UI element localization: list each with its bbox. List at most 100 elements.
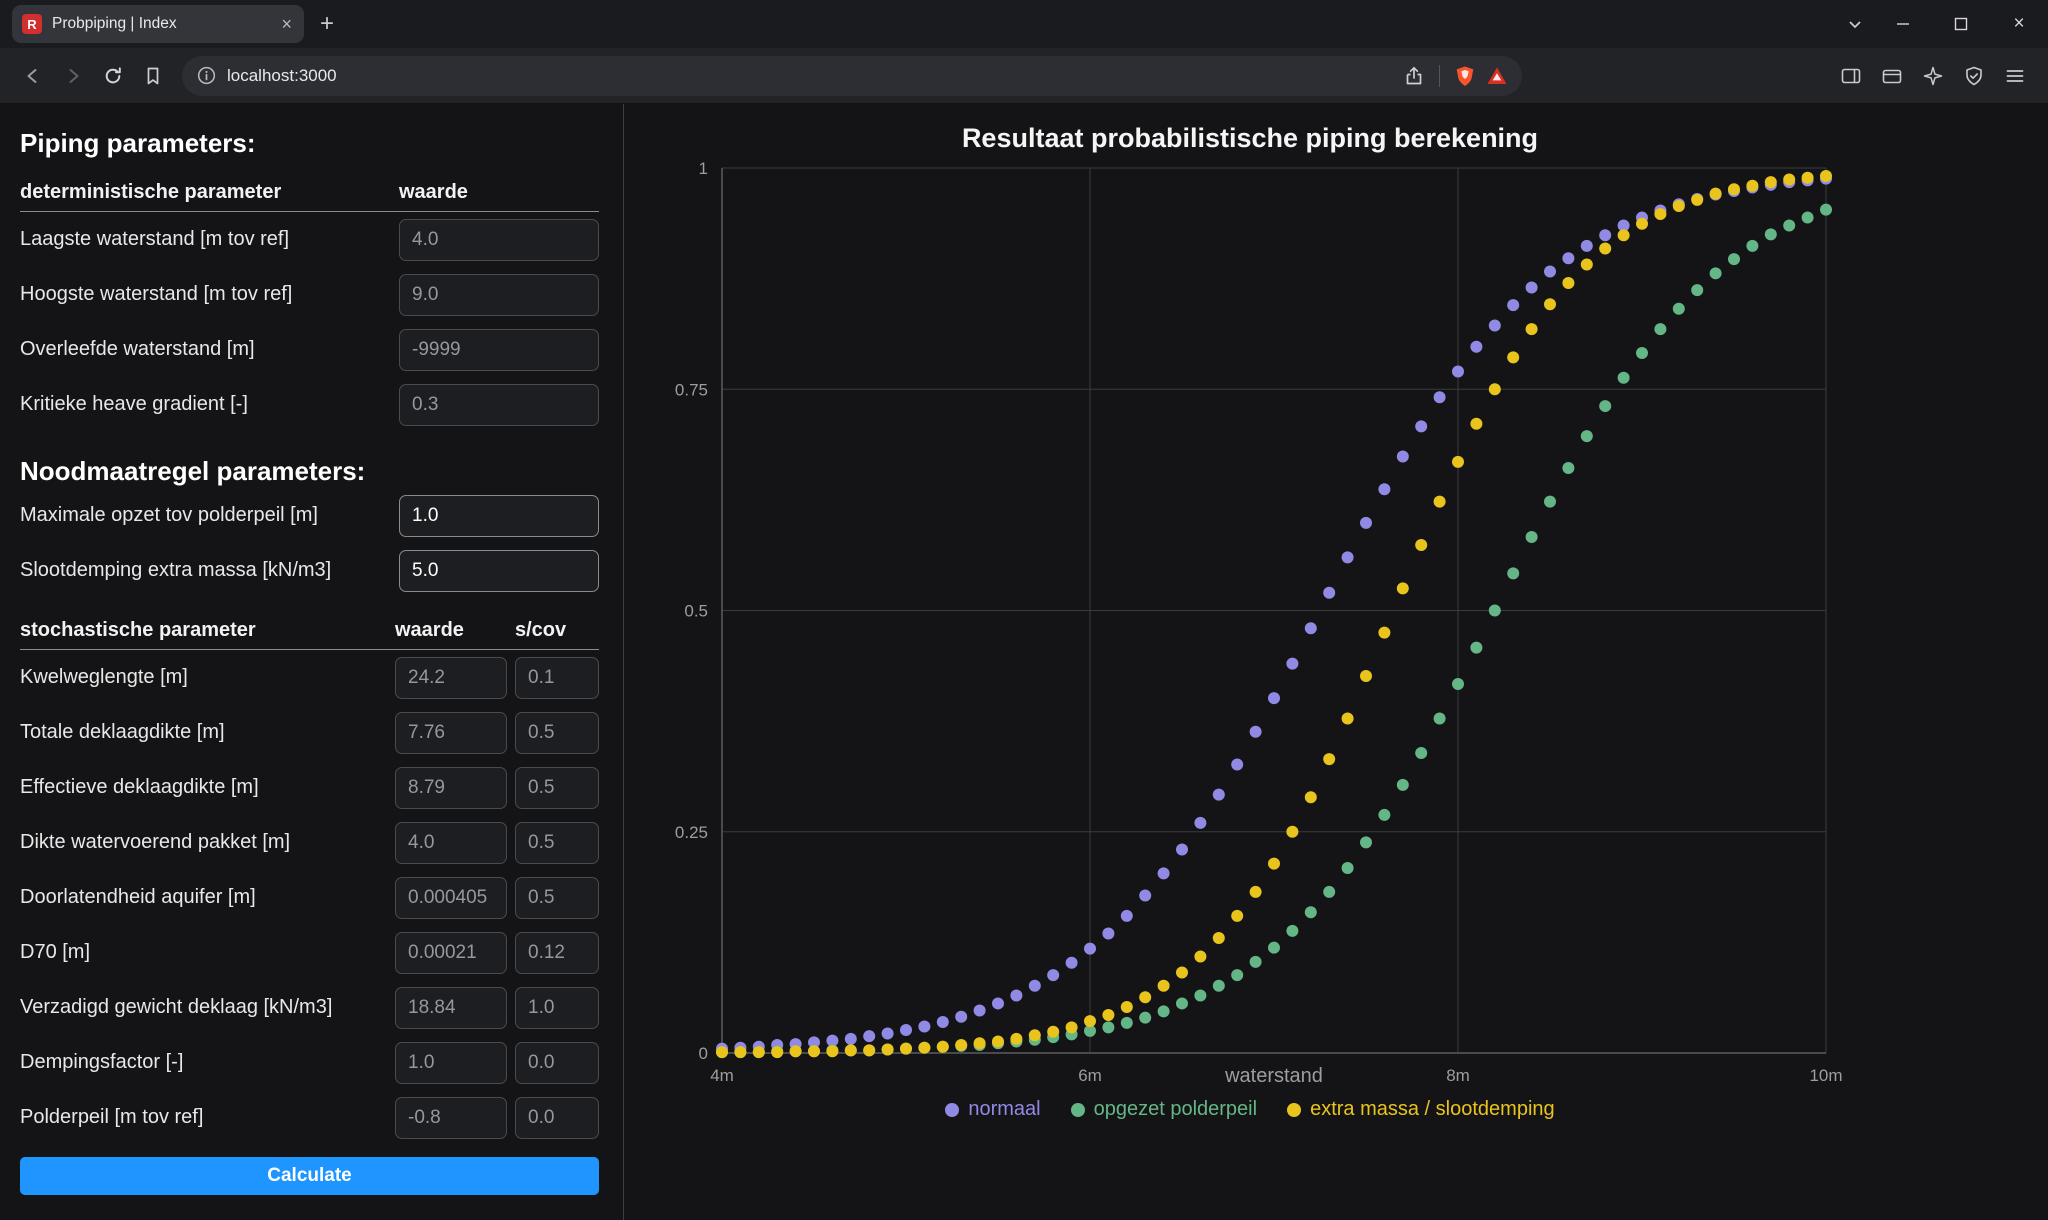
- totale-deklaagdikte-m-value-input[interactable]: [395, 712, 507, 754]
- data-point: [1544, 496, 1556, 508]
- favicon-icon: R: [22, 14, 42, 34]
- d70-m-scov-input[interactable]: [515, 932, 599, 974]
- data-point: [1452, 678, 1464, 690]
- data-point: [1102, 1021, 1114, 1033]
- share-icon[interactable]: [1403, 65, 1425, 87]
- data-point: [900, 1043, 912, 1055]
- y-tick-label: 0.25: [675, 823, 708, 842]
- param-row: Slootdemping extra massa [kN/m3]: [20, 543, 599, 598]
- menu-hamburger-icon[interactable]: [1996, 57, 2034, 95]
- legend-dot-icon: [1287, 1103, 1301, 1117]
- brave-shields-icon[interactable]: [1454, 65, 1476, 87]
- data-point: [1415, 747, 1427, 759]
- x-tick-label: 6m: [1078, 1066, 1102, 1085]
- wallet-icon[interactable]: [1873, 57, 1911, 95]
- d70-m-value-input[interactable]: [395, 932, 507, 974]
- new-tab-button[interactable]: +: [320, 12, 334, 36]
- data-point: [1268, 692, 1280, 704]
- data-point: [1673, 303, 1685, 315]
- chart-pane: Resultaat probabilistische piping bereke…: [624, 104, 2048, 1220]
- effectieve-deklaagdikte-m-value-input[interactable]: [395, 767, 507, 809]
- data-point: [1194, 817, 1206, 829]
- maximale-opzet-tov-polderpeil-m-input[interactable]: [399, 495, 599, 537]
- legend-item-extra-massa-slootdemping[interactable]: extra massa / slootdemping: [1287, 1098, 1555, 1121]
- stoch-header-waarde: waarde: [395, 619, 507, 642]
- polderpeil-m-tov-ref-scov-input[interactable]: [515, 1097, 599, 1139]
- sidebar-toggle-icon[interactable]: [1832, 57, 1870, 95]
- window-close-button[interactable]: ×: [1990, 0, 2048, 48]
- data-point: [1489, 383, 1501, 395]
- data-point: [900, 1024, 912, 1036]
- minimize-button[interactable]: [1874, 0, 1932, 48]
- legend-item-opgezet-polderpeil[interactable]: opgezet polderpeil: [1071, 1098, 1257, 1121]
- reload-button[interactable]: [94, 57, 132, 95]
- site-info-icon[interactable]: [196, 65, 217, 86]
- data-point: [1231, 758, 1243, 770]
- dempingsfactor-value-input[interactable]: [395, 1042, 507, 1084]
- maximize-button[interactable]: [1932, 0, 1990, 48]
- piping-chart-canvas[interactable]: 00.250.50.7514m6m8m10mwaterstand: [640, 156, 1860, 1094]
- kwelweglengte-m-value-input[interactable]: [395, 657, 507, 699]
- totale-deklaagdikte-m-scov-input[interactable]: [515, 712, 599, 754]
- verzadigd-gewicht-deklaag-kn-m3-value-input[interactable]: [395, 987, 507, 1029]
- data-point: [1286, 826, 1298, 838]
- data-point: [1654, 323, 1666, 335]
- noodmaatregel-title: Noodmaatregel parameters:: [20, 454, 599, 488]
- doorlatendheid-aquifer-m-scov-input[interactable]: [515, 877, 599, 919]
- hoogste-waterstand-m-tov-ref-input[interactable]: [399, 274, 599, 316]
- parameters-panel: Piping parameters: deterministische para…: [0, 104, 624, 1220]
- data-point: [1544, 266, 1556, 278]
- tab-search-chevron-icon[interactable]: [1846, 15, 1864, 33]
- overleefde-waterstand-m-input[interactable]: [399, 329, 599, 371]
- effectieve-deklaagdikte-m-scov-input[interactable]: [515, 767, 599, 809]
- data-point: [1323, 587, 1335, 599]
- data-point: [1489, 320, 1501, 332]
- data-point: [734, 1046, 746, 1058]
- tab-title: Probpiping | Index: [52, 15, 269, 33]
- param-label: Dempingsfactor [-]: [20, 1051, 395, 1074]
- param-label: Overleefde waterstand [m]: [20, 338, 399, 361]
- data-point: [1378, 627, 1390, 639]
- doorlatendheid-aquifer-m-value-input[interactable]: [395, 877, 507, 919]
- param-row: Polderpeil [m tov ref]: [20, 1090, 599, 1145]
- data-point: [1802, 172, 1814, 184]
- data-point: [1010, 1033, 1022, 1045]
- data-point: [790, 1045, 802, 1057]
- param-row: Maximale opzet tov polderpeil [m]: [20, 488, 599, 543]
- chart-title: Resultaat probabilistische piping bereke…: [640, 120, 1860, 156]
- dikte-watervoerend-pakket-m-value-input[interactable]: [395, 822, 507, 864]
- data-point: [1360, 670, 1372, 682]
- back-button[interactable]: [14, 57, 52, 95]
- y-tick-label: 1: [699, 159, 708, 178]
- forward-button[interactable]: [54, 57, 92, 95]
- browser-tab[interactable]: R Probpiping | Index ×: [12, 5, 304, 43]
- dempingsfactor-scov-input[interactable]: [515, 1042, 599, 1084]
- laagste-waterstand-m-tov-ref-input[interactable]: [399, 219, 599, 261]
- piping-parameters-title: Piping parameters:: [20, 126, 599, 160]
- kwelweglengte-m-scov-input[interactable]: [515, 657, 599, 699]
- data-point: [1213, 980, 1225, 992]
- param-label: Totale deklaagdikte [m]: [20, 721, 395, 744]
- privacy-shield-icon[interactable]: [1955, 57, 1993, 95]
- verzadigd-gewicht-deklaag-kn-m3-scov-input[interactable]: [515, 987, 599, 1029]
- data-point: [1783, 174, 1795, 186]
- data-point: [1746, 180, 1758, 192]
- data-point: [1470, 642, 1482, 654]
- data-point: [1636, 218, 1648, 230]
- data-point: [1342, 712, 1354, 724]
- calculate-button[interactable]: Calculate: [20, 1157, 599, 1195]
- dikte-watervoerend-pakket-m-scov-input[interactable]: [515, 822, 599, 864]
- leo-ai-sparkle-icon[interactable]: [1914, 57, 1952, 95]
- polderpeil-m-tov-ref-value-input[interactable]: [395, 1097, 507, 1139]
- legend-item-normaal[interactable]: normaal: [945, 1098, 1040, 1121]
- brave-rewards-icon[interactable]: [1486, 65, 1508, 87]
- tab-close-icon[interactable]: ×: [279, 15, 294, 33]
- data-point: [1250, 726, 1262, 738]
- data-point: [1581, 258, 1593, 270]
- address-bar[interactable]: localhost:3000: [182, 56, 1522, 96]
- bookmark-icon[interactable]: [134, 57, 172, 95]
- param-label: Doorlatendheid aquifer [m]: [20, 886, 395, 909]
- slootdemping-extra-massa-kn-m3-input[interactable]: [399, 550, 599, 592]
- url-text[interactable]: localhost:3000: [227, 66, 337, 86]
- kritieke-heave-gradient-input[interactable]: [399, 384, 599, 426]
